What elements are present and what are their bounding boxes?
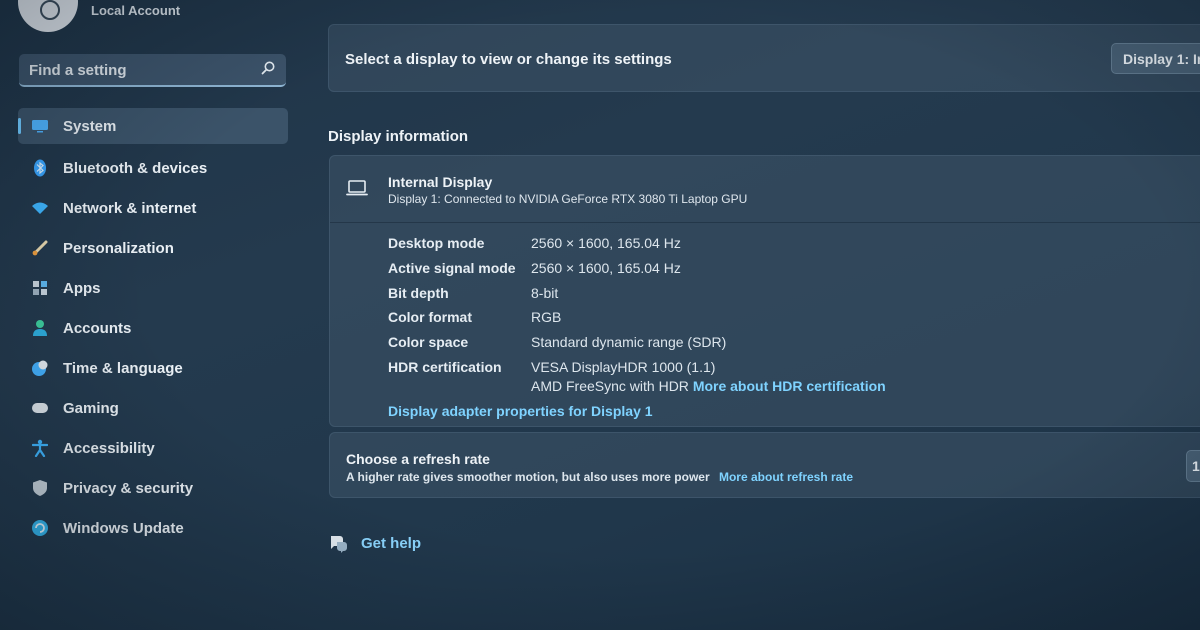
sidebar-item-gaming[interactable]: Gaming	[18, 388, 288, 428]
get-help-label: Get help	[361, 534, 422, 552]
sidebar-item-label: System	[63, 117, 117, 135]
apps-icon	[31, 279, 49, 297]
prop-value-hdr-certification: VESA DisplayHDR 1000 (1.1)	[531, 359, 716, 375]
sidebar-item-label: Accounts	[63, 319, 132, 337]
display-select-card: Select a display to view or change its s…	[328, 24, 1200, 92]
prop-label-color-format: Color format	[388, 309, 472, 325]
sidebar-item-windows-update[interactable]: Windows Update	[18, 508, 288, 548]
bluetooth-icon	[31, 159, 49, 177]
prop-value-active-signal: 2560 × 1600, 165.04 Hz	[531, 260, 681, 276]
sidebar-item-apps[interactable]: Apps	[18, 268, 288, 308]
prop-label-hdr-certification: HDR certification	[388, 359, 502, 375]
sidebar-item-label: Network & internet	[63, 199, 197, 217]
prop-label-desktop-mode: Desktop mode	[388, 235, 485, 251]
sidebar-item-bluetooth[interactable]: Bluetooth & devices	[18, 148, 288, 188]
display-name: Internal Display	[388, 174, 493, 190]
search-box[interactable]	[19, 54, 286, 87]
prop-value-desktop-mode: 2560 × 1600, 165.04 Hz	[531, 235, 681, 251]
hdr-freesync-line: AMD FreeSync with HDR More about HDR cer…	[531, 378, 886, 394]
sidebar-item-label: Time & language	[63, 359, 183, 377]
refresh-rate-title: Choose a refresh rate	[346, 451, 490, 467]
accessibility-icon	[31, 439, 49, 457]
refresh-rate-dropdown[interactable]: 1	[1186, 450, 1200, 482]
prop-label-active-signal: Active signal mode	[388, 260, 516, 276]
sidebar-item-label: Privacy & security	[63, 479, 194, 497]
monitor-icon	[31, 117, 49, 135]
sidebar-item-label: Bluetooth & devices	[63, 159, 208, 177]
refresh-rate-description: A higher rate gives smoother motion, but…	[346, 470, 853, 484]
refresh-rate-subtitle: A higher rate gives smoother motion, but…	[346, 470, 710, 484]
sidebar-nav: System Bluetooth & devices Network & int…	[18, 108, 288, 548]
divider	[330, 222, 1200, 223]
sidebar-item-label: Windows Update	[63, 519, 184, 537]
laptop-icon	[346, 180, 368, 196]
prop-label-bit-depth: Bit depth	[388, 285, 449, 301]
avatar[interactable]	[18, 0, 78, 32]
prop-value-color-space: Standard dynamic range (SDR)	[531, 334, 727, 350]
display-select-label: Select a display to view or change its s…	[345, 51, 672, 68]
search-icon[interactable]	[260, 60, 276, 76]
prop-value-bit-depth: 8-bit	[531, 285, 559, 301]
brush-icon	[31, 239, 49, 257]
hdr-freesync-text: AMD FreeSync with HDR	[531, 378, 689, 394]
sidebar: Local Account System Bluetooth & devices…	[0, 0, 300, 630]
prop-value-color-format: RGB	[531, 309, 562, 325]
get-help-link[interactable]: Get help	[328, 533, 421, 553]
search-input[interactable]	[29, 60, 249, 80]
gamepad-icon	[31, 399, 49, 417]
refresh-rate-link[interactable]: More about refresh rate	[719, 470, 853, 484]
display-dropdown[interactable]: Display 1: Int	[1111, 43, 1200, 74]
sidebar-item-system[interactable]: System	[18, 108, 288, 144]
hdr-certification-link[interactable]: More about HDR certification	[693, 378, 886, 394]
shield-icon	[31, 479, 49, 497]
sidebar-item-label: Accessibility	[63, 439, 155, 457]
sidebar-item-accessibility[interactable]: Accessibility	[18, 428, 288, 468]
sidebar-item-privacy[interactable]: Privacy & security	[18, 468, 288, 508]
update-icon	[31, 519, 49, 537]
help-chat-icon	[331, 536, 347, 553]
person-icon	[31, 319, 49, 337]
prop-label-color-space: Color space	[388, 334, 469, 350]
refresh-rate-card: Choose a refresh rate A higher rate give…	[329, 432, 1200, 498]
display-adapter-link[interactable]: Display adapter properties for Display 1	[388, 403, 653, 419]
sidebar-item-label: Apps	[63, 279, 101, 297]
sidebar-item-time-language[interactable]: Time & language	[18, 348, 288, 388]
wifi-icon	[31, 199, 49, 217]
display-connection: Display 1: Connected to NVIDIA GeForce R…	[388, 192, 748, 206]
account-type-label: Local Account	[91, 3, 181, 18]
globe-clock-icon	[31, 359, 49, 377]
sidebar-item-accounts[interactable]: Accounts	[18, 308, 288, 348]
main-content: Select a display to view or change its s…	[328, 0, 1200, 630]
section-title: Display information	[328, 128, 469, 145]
sidebar-item-label: Gaming	[63, 399, 119, 417]
display-info-card: Internal Display Display 1: Connected to…	[329, 155, 1200, 427]
sidebar-item-label: Personalization	[63, 239, 174, 257]
sidebar-item-network[interactable]: Network & internet	[18, 188, 288, 228]
sidebar-item-personalization[interactable]: Personalization	[18, 228, 288, 268]
